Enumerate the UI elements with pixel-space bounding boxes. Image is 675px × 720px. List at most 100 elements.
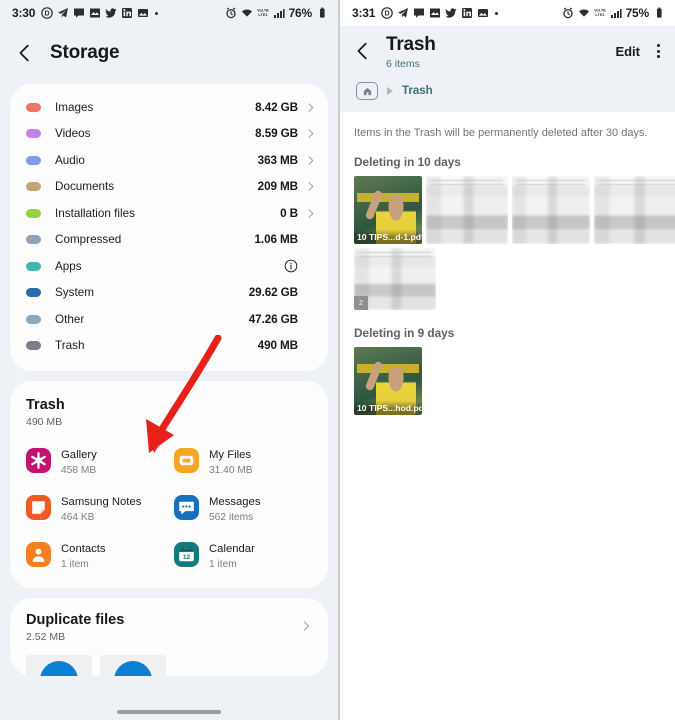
trash-item-thumbnail[interactable]	[426, 176, 508, 244]
chevron-right-icon	[308, 209, 314, 218]
thumbnail-row: 10 TIPS...d-1.pdf	[340, 176, 675, 244]
status-bar-left: 3:30 D VoLTE LTE1 76%	[0, 0, 338, 26]
category-color-dot	[26, 341, 41, 351]
storage-row-label: Compressed	[55, 233, 122, 247]
duplicate-files-card[interactable]: Duplicate files 2.52 MB	[10, 598, 328, 676]
trash-app-gallery[interactable]: Gallery 458 MB	[26, 445, 164, 476]
trash-item-thumbnail[interactable]: 10 TIPS...d-1.pdf	[354, 176, 422, 244]
category-color-dot	[26, 314, 41, 324]
twitter-icon	[105, 7, 117, 19]
chevron-right-icon	[308, 129, 314, 138]
status-bar-right-icons: VoLTE LTE1 76%	[225, 6, 328, 20]
trash-app-meta: 1 item	[61, 559, 89, 570]
signal-icon	[273, 7, 285, 19]
storage-row-value: 490 MB	[257, 339, 298, 353]
image-icon	[477, 7, 489, 19]
trash-section-title: Trash	[26, 397, 65, 413]
trash-summary-card: Trash 490 MB Gallery 458 MB My Files 31.…	[10, 381, 328, 588]
more-options-icon[interactable]	[654, 42, 663, 60]
trash-header-actions: Edit	[615, 42, 663, 60]
breadcrumb: Trash	[352, 78, 663, 112]
chevron-right-icon[interactable]	[300, 620, 312, 632]
storage-row-label: System	[55, 286, 94, 300]
messages-icon	[174, 495, 199, 520]
status-bar-left-icons: 3:31 D	[352, 6, 499, 20]
duplicate-thumbnail[interactable]	[26, 655, 92, 676]
circle-d-icon: D	[381, 7, 394, 19]
storage-categories-card: Images 8.42 GB Videos 8.59 GB Audio 363 …	[10, 84, 328, 371]
storage-row-value: 209 MB	[257, 180, 298, 194]
category-color-dot	[26, 102, 41, 112]
battery-percent: 76%	[288, 6, 313, 20]
battery-icon	[653, 7, 665, 19]
storage-row-documents[interactable]: Documents 209 MB	[10, 174, 328, 201]
trash-app-text: Messages 562 items	[209, 492, 261, 523]
category-color-dot	[26, 288, 41, 298]
chevron-right-icon	[308, 182, 314, 191]
trash-app-calendar[interactable]: 12 Calendar 1 item	[174, 539, 312, 570]
telegram-icon	[397, 7, 409, 19]
nav-gesture-pill[interactable]	[117, 710, 221, 714]
storage-row-label: Videos	[55, 127, 91, 141]
thumbnail-row: 10 TIPS...hod.pdf	[340, 347, 675, 415]
circle-d-icon: D	[41, 7, 54, 19]
storage-row-compressed[interactable]: Compressed 1.06 MB	[10, 227, 328, 254]
trash-apps-grid: Gallery 458 MB My Files 31.40 MB Samsung…	[26, 445, 312, 570]
duplicate-files-title: Duplicate files	[26, 612, 125, 628]
info-icon[interactable]	[284, 259, 298, 273]
trash-app-name: Contacts	[61, 543, 106, 555]
signal-icon	[610, 7, 622, 19]
page-title: Trash	[386, 34, 436, 55]
edit-button[interactable]: Edit	[615, 44, 640, 59]
breadcrumb-current[interactable]: Trash	[402, 85, 433, 97]
trash-app-samsung-notes[interactable]: Samsung Notes 464 KB	[26, 492, 164, 523]
samsung-notes-icon	[26, 495, 51, 520]
twitter-icon	[445, 7, 457, 19]
duplicate-files-thumbnails	[26, 655, 312, 676]
home-folder-icon[interactable]	[356, 82, 378, 100]
back-icon[interactable]	[14, 42, 36, 64]
chevron-right-icon	[308, 156, 314, 165]
duplicate-thumbnail[interactable]	[100, 655, 166, 676]
trash-title-block: Trash 6 items	[386, 34, 436, 70]
storage-row-installation-files[interactable]: Installation files 0 B	[10, 200, 328, 227]
trash-app-name: Calendar	[209, 543, 255, 555]
trash-item-thumbnail[interactable]: 2	[354, 248, 436, 310]
storage-row-videos[interactable]: Videos 8.59 GB	[10, 121, 328, 148]
storage-scroll-area[interactable]: Images 8.42 GB Videos 8.59 GB Audio 363 …	[0, 80, 338, 720]
trash-app-messages[interactable]: Messages 562 items	[174, 492, 312, 523]
duplicate-files-size: 2.52 MB	[26, 631, 66, 643]
message-icon	[73, 7, 85, 19]
chevron-right-icon	[308, 103, 314, 112]
trash-app-contacts[interactable]: Contacts 1 item	[26, 539, 164, 570]
triangle-right-icon	[387, 87, 393, 95]
status-time: 3:30	[12, 6, 36, 20]
storage-header: Storage	[0, 26, 338, 80]
category-color-dot	[26, 208, 41, 218]
storage-row-trash[interactable]: Trash 490 MB	[10, 333, 328, 360]
storage-row-apps[interactable]: Apps	[10, 253, 328, 280]
linkedin-icon	[461, 7, 473, 19]
back-icon[interactable]	[352, 40, 374, 62]
alarm-icon	[225, 7, 237, 19]
trash-item-thumbnail[interactable]: 10 TIPS...hod.pdf	[354, 347, 422, 415]
message-icon	[413, 7, 425, 19]
storage-row-images[interactable]: Images 8.42 GB	[10, 94, 328, 121]
storage-row-system[interactable]: System 29.62 GB	[10, 280, 328, 307]
status-bar-right: 3:31 D VoLTE LTE1 75%	[340, 0, 675, 26]
trash-app-my-files[interactable]: My Files 31.40 MB	[174, 445, 312, 476]
trash-app-text: Gallery 458 MB	[61, 445, 97, 476]
storage-row-audio[interactable]: Audio 363 MB	[10, 147, 328, 174]
right-phone-screen: 3:31 D VoLTE LTE1 75% Trash 6 items Edit…	[338, 0, 675, 720]
group-title-9-days: Deleting in 9 days	[354, 326, 455, 340]
category-color-dot	[26, 235, 41, 245]
trash-item-thumbnail[interactable]	[594, 176, 675, 244]
dot-icon	[495, 11, 499, 15]
left-phone-screen: 3:30 D VoLTE LTE1 76% Storage Images 8.4…	[0, 0, 338, 720]
trash-app-meta: 562 items	[209, 512, 254, 523]
storage-row-other[interactable]: Other 47.26 GB	[10, 306, 328, 333]
trash-item-thumbnail[interactable]	[512, 176, 590, 244]
my-files-icon	[174, 448, 199, 473]
calendar-icon: 12	[174, 542, 199, 567]
trash-section-size: 490 MB	[26, 416, 63, 428]
